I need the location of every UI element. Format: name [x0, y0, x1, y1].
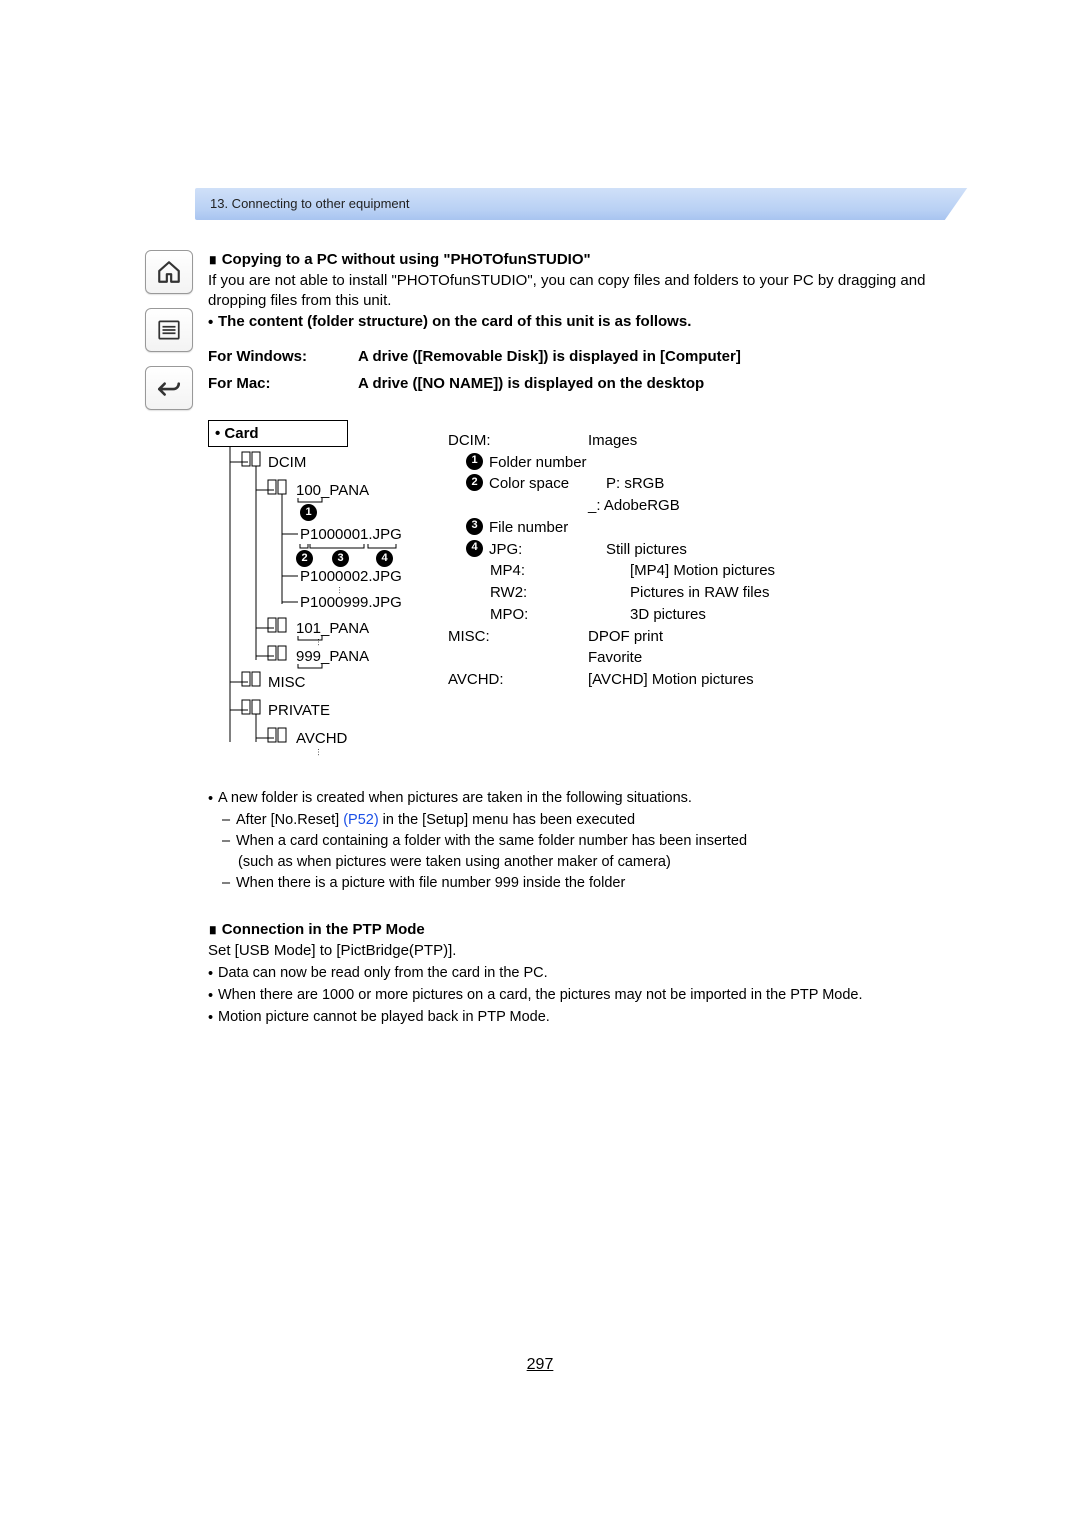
list-icon [156, 317, 182, 343]
legend-table: DCIM:Images 1Folder number 2Color spaceP… [448, 430, 962, 691]
note-2: When a card containing a folder with the… [236, 831, 747, 852]
home-icon [156, 259, 182, 285]
chapter-label: 13. Connecting to other equipment [210, 196, 409, 211]
ptp-note-3: Motion picture cannot be played back in … [218, 1007, 962, 1029]
legend-badge-2: 2 [466, 474, 483, 491]
legend-badge-1: 1 [466, 453, 483, 470]
back-button[interactable] [145, 366, 193, 410]
tree-101pana: 101_PANA [296, 620, 369, 637]
page-number[interactable]: 297 [0, 1356, 1080, 1374]
section2-body: Set [USB Mode] to [PictBridge(PTP)]. [208, 941, 962, 962]
tree-misc: MISC [268, 674, 306, 691]
home-button[interactable] [145, 250, 193, 294]
manual-page: 13. Connecting to other equipment ∎ Copy… [0, 0, 1080, 1526]
nav-rail [145, 250, 191, 424]
back-arrow-icon [156, 375, 182, 401]
note-1: A new folder is created when pictures ar… [218, 788, 962, 810]
badge-1: 1 [300, 504, 317, 521]
note-3: When there is a picture with file number… [236, 873, 625, 894]
ptp-note-2: When there are 1000 or more pictures on … [218, 985, 962, 1007]
legend-badge-3: 3 [466, 518, 483, 535]
badge-3: 3 [332, 550, 349, 567]
folder-notes: •A new folder is created when pictures a… [208, 788, 962, 894]
legend-badge-4: 4 [466, 540, 483, 557]
page-content: ∎ Copying to a PC without using "PHOTOfu… [208, 250, 962, 1029]
tree-999pana: 999_PANA [296, 648, 369, 665]
os-windows-row: For Windows: A drive ([Removable Disk]) … [208, 348, 962, 365]
tree-file-999: P1000999.JPG [300, 594, 402, 611]
structure-note: •The content (folder structure) on the c… [208, 312, 962, 334]
badge-2: 2 [296, 550, 313, 567]
toc-button[interactable] [145, 308, 193, 352]
tree-avchd: AVCHD [296, 730, 347, 747]
tree-100pana: 100_PANA [296, 482, 369, 499]
note-2b: (such as when pictures were taken using … [208, 852, 962, 873]
page-ref-link[interactable]: (P52) [343, 812, 378, 828]
tree-dcim: DCIM [268, 454, 306, 471]
folder-structure-diagram: • Card [208, 420, 962, 780]
section1-title: ∎ Copying to a PC without using "PHOTOfu… [208, 250, 962, 271]
note-1b: in the [Setup] menu has been executed [379, 812, 635, 828]
note-1a: After [No.Reset] [236, 812, 343, 828]
section1-body: If you are not able to install "PHOTOfun… [208, 271, 962, 312]
ptp-note-1: Data can now be read only from the card … [218, 963, 962, 985]
tree-private: PRIVATE [268, 702, 330, 719]
os-mac-row: For Mac: A drive ([NO NAME]) is displaye… [208, 375, 962, 392]
section2-title: ∎ Connection in the PTP Mode [208, 920, 962, 941]
tree-file-1: P1000001.JPG [300, 526, 402, 543]
tree-file-2: P1000002.JPG [300, 568, 402, 585]
badge-4: 4 [376, 550, 393, 567]
